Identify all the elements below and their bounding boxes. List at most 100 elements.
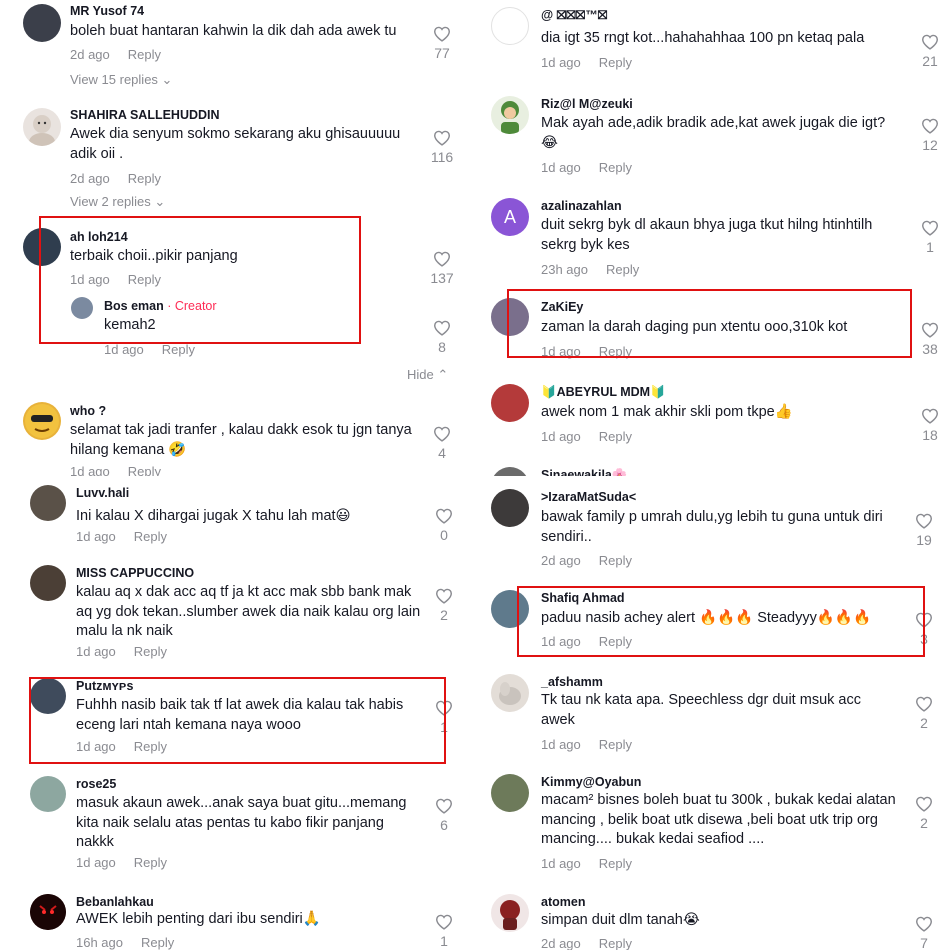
comment-username[interactable]: Putzᴍʏᴘs	[76, 679, 133, 693]
like-button[interactable]: 38	[915, 322, 945, 357]
like-button[interactable]: 19	[909, 513, 939, 548]
comment-username[interactable]: Luvv.hali	[76, 486, 129, 500]
reply-button[interactable]: Reply	[128, 171, 161, 186]
like-button[interactable]: 2	[909, 696, 939, 731]
comment-meta: 2d ago Reply	[70, 171, 179, 186]
comment-username[interactable]: rose25	[76, 777, 116, 791]
avatar[interactable]	[30, 894, 66, 930]
like-count: 38	[922, 341, 938, 357]
comment-username[interactable]: >IzaraMatSuda<	[541, 490, 636, 504]
like-button[interactable]: 21	[915, 34, 945, 69]
reply-button[interactable]: Reply	[599, 737, 632, 752]
comment-text: Tk tau nk kata apa. Speechless dgr duit …	[541, 692, 861, 728]
avatar[interactable]	[23, 4, 61, 42]
reply-button[interactable]: Reply	[128, 47, 161, 62]
comment-username[interactable]: ZaKiEy	[541, 300, 583, 314]
avatar[interactable]	[71, 297, 93, 319]
comment-meta: 1d ago Reply	[541, 737, 650, 752]
comment-username[interactable]: atomen	[541, 895, 585, 909]
reply-button[interactable]: Reply	[599, 856, 632, 871]
like-button[interactable]: 2	[909, 796, 939, 831]
avatar[interactable]	[491, 96, 529, 134]
like-button[interactable]: 77	[427, 26, 457, 61]
comment-username[interactable]: Shafiq Ahmad	[541, 591, 625, 605]
comment-username[interactable]: SHAHIRA SALLEHUDDIN	[70, 108, 220, 122]
reply-button[interactable]: Reply	[134, 855, 167, 870]
comment-username[interactable]: 🔰ABEYRUL MDM🔰	[541, 385, 666, 400]
comment-text: kalau aq x dak acc aq tf ja kt acc mak s…	[76, 584, 421, 639]
like-count: 4	[438, 445, 446, 461]
reply-button[interactable]: Reply	[599, 55, 632, 70]
reply-button[interactable]: Reply	[599, 344, 632, 359]
comment-time: 1d ago	[76, 855, 116, 870]
comment-username[interactable]: _afshamm	[541, 675, 603, 689]
reply-button[interactable]: Reply	[606, 262, 639, 277]
heart-icon	[921, 118, 939, 134]
avatar[interactable]	[491, 774, 529, 812]
avatar[interactable]	[23, 402, 61, 440]
reply-button[interactable]: Reply	[599, 936, 632, 950]
like-button[interactable]: 18	[915, 408, 945, 443]
avatar[interactable]	[30, 776, 66, 812]
reply-button[interactable]: Reply	[134, 529, 167, 544]
reply-button[interactable]: Reply	[162, 342, 195, 357]
comment-text: awek nom 1 mak akhir skli pom tkpe👍	[541, 404, 793, 420]
reply-button[interactable]: Reply	[599, 634, 632, 649]
comment-meta: 1d ago Reply	[104, 342, 213, 357]
like-button[interactable]: 137	[427, 251, 457, 286]
avatar[interactable]	[23, 228, 61, 266]
comment-text: masuk akaun awek...anak saya buat gitu..…	[76, 795, 407, 850]
like-button[interactable]: 0	[429, 508, 459, 543]
reply-button[interactable]: Reply	[134, 644, 167, 659]
comment-username[interactable]: Riz@l M@zeuki	[541, 97, 633, 111]
avatar[interactable]	[30, 565, 66, 601]
like-button[interactable]: 1	[915, 220, 945, 255]
avatar[interactable]	[491, 674, 529, 712]
reply-button[interactable]: Reply	[599, 429, 632, 444]
view-replies-button[interactable]: View 2 replies ⌄	[70, 194, 165, 210]
reply-button[interactable]: Reply	[128, 464, 161, 476]
comment-username[interactable]: who ?	[70, 404, 106, 418]
like-button[interactable]: 1	[429, 914, 459, 949]
avatar[interactable]	[491, 384, 529, 422]
comment-username[interactable]: @ ⛝⛝⛝™⛝	[541, 8, 607, 23]
like-button[interactable]: 12	[915, 118, 945, 153]
avatar[interactable]	[30, 485, 66, 521]
comment-username[interactable]: Sinaewakila🌸	[541, 468, 627, 476]
reply-button[interactable]: Reply	[599, 160, 632, 175]
like-button[interactable]: 8	[427, 320, 457, 355]
like-button[interactable]: 3	[909, 612, 939, 647]
right-panel-bottom: >IzaraMatSuda< bawak family p umrah dulu…	[474, 478, 950, 950]
reply-button[interactable]: Reply	[141, 935, 174, 950]
avatar[interactable]	[23, 108, 61, 146]
like-button[interactable]: 7	[909, 916, 939, 950]
avatar[interactable]	[491, 590, 529, 628]
reply-button[interactable]: Reply	[134, 739, 167, 754]
like-button[interactable]: 4	[427, 426, 457, 461]
reply-button[interactable]: Reply	[128, 272, 161, 287]
comment-username[interactable]: Bebanlahkau	[76, 895, 154, 909]
like-button[interactable]: 116	[427, 130, 457, 165]
like-button[interactable]: 6	[429, 798, 459, 833]
avatar[interactable]	[30, 678, 66, 714]
heart-icon	[433, 26, 451, 42]
reply-button[interactable]: Reply	[599, 553, 632, 568]
avatar[interactable]: A	[491, 198, 529, 236]
right-panel-top: @ ⛝⛝⛝™⛝ dia igt 35 rngt kot...hahahahhaa…	[474, 0, 950, 476]
avatar[interactable]	[491, 298, 529, 336]
avatar[interactable]	[491, 894, 529, 932]
comment-username[interactable]: MR Yusof 74	[70, 4, 144, 18]
comment-username[interactable]: Kimmy@Oyabun	[541, 775, 641, 789]
chevron-down-icon: ⌄	[161, 72, 173, 87]
like-button[interactable]: 1	[429, 700, 459, 735]
avatar[interactable]	[491, 7, 529, 45]
like-button[interactable]: 2	[429, 588, 459, 623]
view-replies-button[interactable]: View 15 replies ⌄	[70, 72, 172, 88]
comment-username[interactable]: ah loh214	[70, 230, 128, 244]
comment-username[interactable]: Bos eman · Creator	[104, 299, 217, 313]
comment-username[interactable]: MISS CAPPUCCINO	[76, 566, 194, 580]
avatar[interactable]	[491, 489, 529, 527]
hide-replies-button[interactable]: Hide ⌃	[407, 367, 448, 383]
comment-username[interactable]: azalinazahlan	[541, 199, 622, 213]
avatar[interactable]	[491, 467, 529, 476]
